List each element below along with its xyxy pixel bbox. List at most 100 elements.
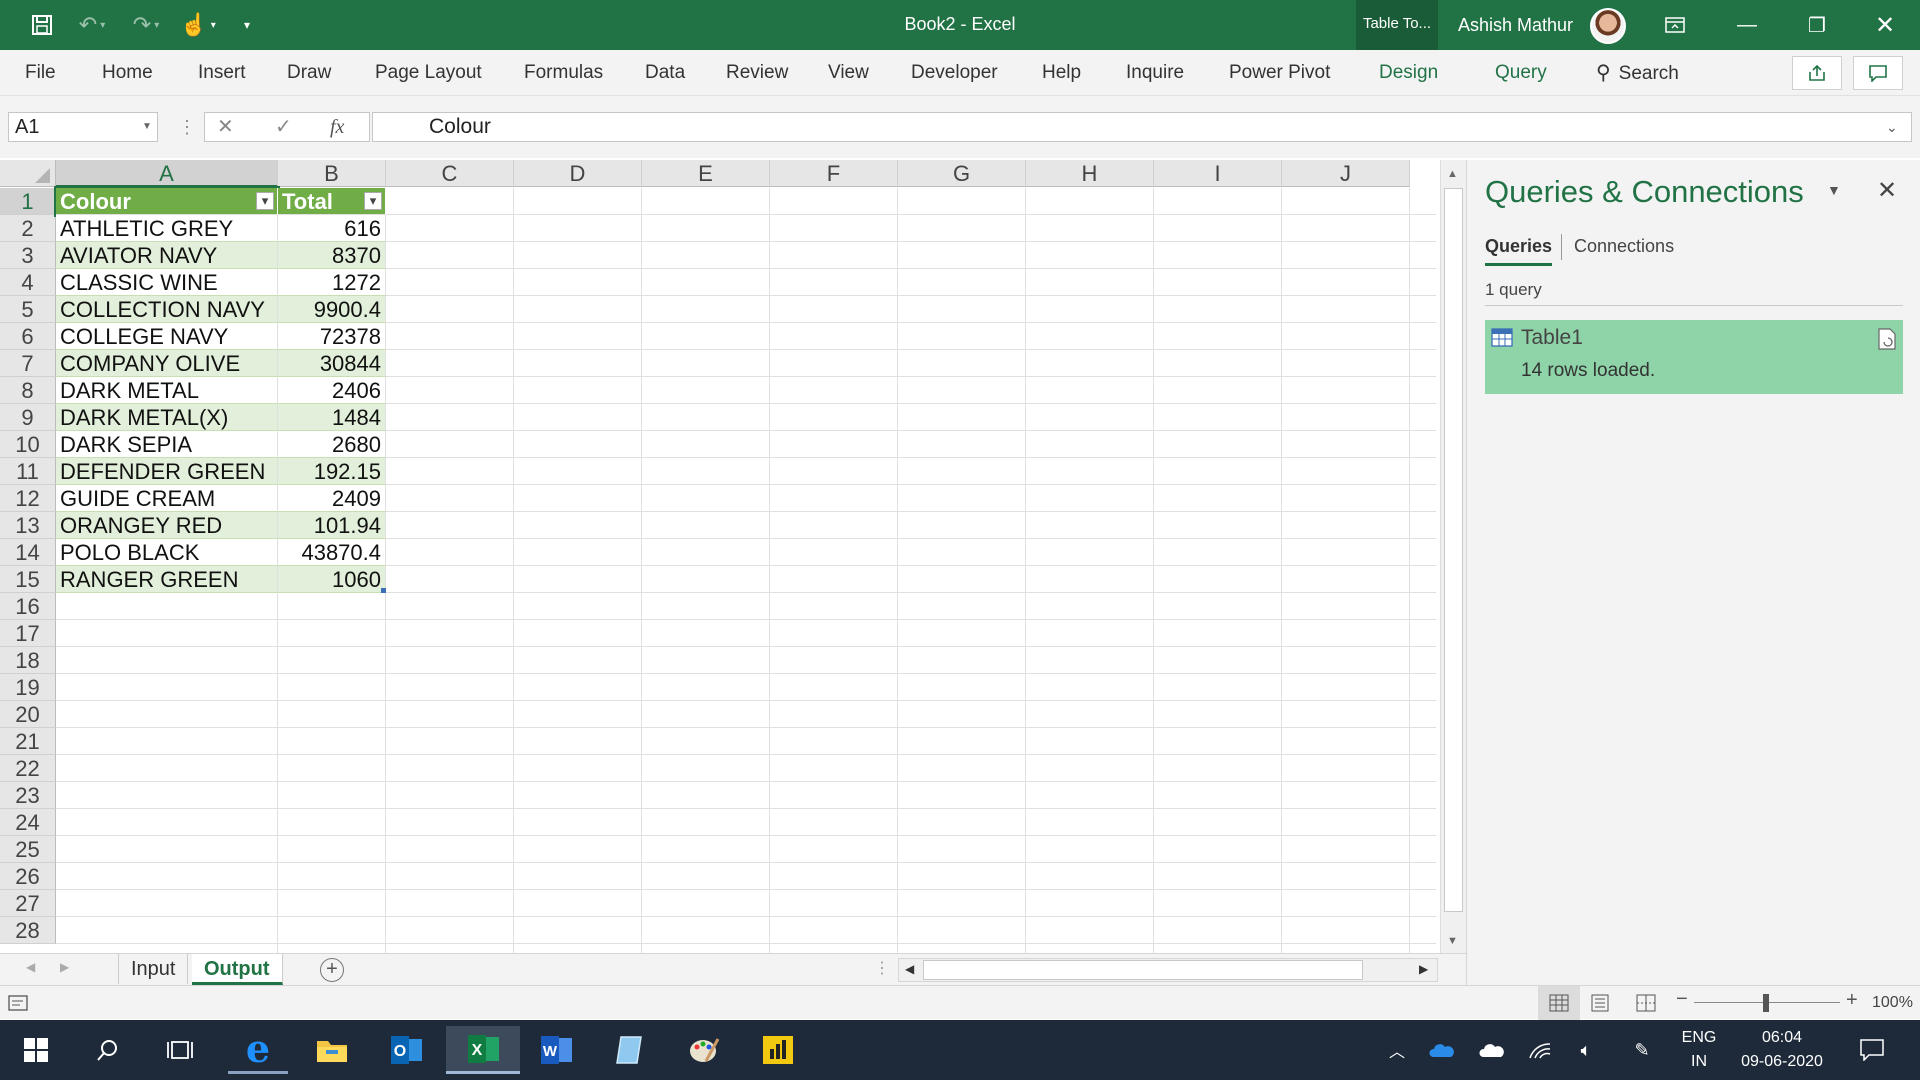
tab-power-pivot[interactable]: Power Pivot bbox=[1229, 50, 1330, 96]
row-header-27[interactable]: 27 bbox=[0, 890, 56, 917]
column-header-j[interactable]: J bbox=[1282, 160, 1410, 187]
column-header-e[interactable]: E bbox=[642, 160, 770, 187]
macro-record-icon[interactable] bbox=[8, 994, 28, 1017]
outlook-icon[interactable]: O bbox=[376, 1026, 436, 1074]
row-header-6[interactable]: 6 bbox=[0, 323, 56, 350]
formula-input[interactable]: Colour bbox=[372, 112, 1912, 142]
table-cell-colour[interactable]: DARK SEPIA bbox=[56, 431, 278, 458]
refresh-query-icon[interactable] bbox=[1877, 328, 1897, 355]
column-header-h[interactable]: H bbox=[1026, 160, 1154, 187]
row-header-5[interactable]: 5 bbox=[0, 296, 56, 323]
tab-query[interactable]: Query bbox=[1495, 50, 1547, 96]
table-cell-total[interactable]: 1060 bbox=[278, 566, 386, 593]
row-header-7[interactable]: 7 bbox=[0, 350, 56, 377]
tab-connections[interactable]: Connections bbox=[1574, 236, 1674, 257]
column-header-b[interactable]: B bbox=[278, 160, 386, 187]
tab-file[interactable]: File bbox=[25, 50, 56, 96]
row-header-21[interactable]: 21 bbox=[0, 728, 56, 755]
row-header-12[interactable]: 12 bbox=[0, 485, 56, 512]
windows-start-icon[interactable] bbox=[6, 1026, 66, 1074]
row-header-3[interactable]: 3 bbox=[0, 242, 56, 269]
input-language[interactable]: ENG IN bbox=[1676, 1020, 1722, 1080]
tab-inquire[interactable]: Inquire bbox=[1126, 50, 1184, 96]
redo-icon[interactable]: ↷ ▾ bbox=[124, 0, 168, 50]
onedrive-icon[interactable] bbox=[1424, 1020, 1460, 1080]
paint-icon[interactable] bbox=[674, 1026, 734, 1074]
more-options-icon[interactable]: ⋮ bbox=[178, 112, 196, 142]
search-box[interactable]: ⚲ Search bbox=[1596, 50, 1679, 96]
save-icon[interactable] bbox=[22, 0, 62, 50]
table-cell-total[interactable]: 192.15 bbox=[278, 458, 386, 485]
restore-icon[interactable]: ❐ bbox=[1782, 0, 1852, 50]
normal-view-icon[interactable] bbox=[1538, 986, 1580, 1020]
row-header-10[interactable]: 10 bbox=[0, 431, 56, 458]
column-header-g[interactable]: G bbox=[898, 160, 1026, 187]
table-cell-total[interactable]: 2406 bbox=[278, 377, 386, 404]
customize-qat-icon[interactable]: ▾ bbox=[232, 0, 262, 50]
row-header-25[interactable]: 25 bbox=[0, 836, 56, 863]
row-header-20[interactable]: 20 bbox=[0, 701, 56, 728]
confirm-entry-icon[interactable]: ✓ bbox=[275, 113, 292, 141]
column-header-i[interactable]: I bbox=[1154, 160, 1282, 187]
scroll-tabs-right-icon[interactable]: ▶ bbox=[60, 960, 69, 974]
file-explorer-icon[interactable] bbox=[302, 1026, 362, 1074]
column-header-c[interactable]: C bbox=[386, 160, 514, 187]
row-header-23[interactable]: 23 bbox=[0, 782, 56, 809]
table-cell-total[interactable]: 1484 bbox=[278, 404, 386, 431]
notepad-icon[interactable] bbox=[600, 1026, 660, 1074]
row-header-13[interactable]: 13 bbox=[0, 512, 56, 539]
table-cell-colour[interactable]: CLASSIC WINE bbox=[56, 269, 278, 296]
table-resize-handle[interactable] bbox=[381, 588, 386, 593]
worksheet-grid[interactable]: ABCDEFGHIJ 1 2 3 4 5 6 7 8 9 10 11 12 13 14 15 16 17 18 19… bbox=[0, 160, 1440, 953]
table-cell-colour[interactable]: COMPANY OLIVE bbox=[56, 350, 278, 377]
edge-browser-icon[interactable]: e bbox=[228, 1026, 288, 1074]
table-cell-total[interactable]: 2409 bbox=[278, 485, 386, 512]
onedrive-personal-icon[interactable] bbox=[1474, 1020, 1510, 1080]
share-button[interactable] bbox=[1792, 56, 1842, 90]
horizontal-scroll-thumb[interactable] bbox=[923, 960, 1363, 980]
tab-page-layout[interactable]: Page Layout bbox=[375, 50, 482, 96]
table-cell-colour[interactable]: ATHLETIC GREY bbox=[56, 215, 278, 242]
row-header-22[interactable]: 22 bbox=[0, 755, 56, 782]
page-break-view-icon[interactable] bbox=[1636, 994, 1656, 1017]
name-box-dropdown-icon[interactable]: ▼ bbox=[138, 112, 156, 142]
zoom-level[interactable]: 100% bbox=[1872, 994, 1913, 1012]
filter-dropdown-icon[interactable]: ▾ bbox=[364, 192, 382, 210]
row-header-18[interactable]: 18 bbox=[0, 647, 56, 674]
table-cell-colour[interactable]: ORANGEY RED bbox=[56, 512, 278, 539]
table-cell-total[interactable]: 30844 bbox=[278, 350, 386, 377]
table-cell-colour[interactable]: RANGER GREEN bbox=[56, 566, 278, 593]
scroll-up-icon[interactable]: ▲ bbox=[1447, 168, 1458, 180]
close-icon[interactable]: ✕ bbox=[1850, 0, 1920, 50]
expand-formula-bar-icon[interactable]: ⌄ bbox=[1886, 112, 1898, 142]
column-header-a[interactable]: A bbox=[56, 160, 278, 187]
show-hidden-icons[interactable]: ︿ bbox=[1380, 1020, 1414, 1080]
table-cell-total[interactable]: 72378 bbox=[278, 323, 386, 350]
table-cell-colour[interactable]: GUIDE CREAM bbox=[56, 485, 278, 512]
task-view-icon[interactable] bbox=[150, 1026, 210, 1074]
tab-developer[interactable]: Developer bbox=[911, 50, 998, 96]
horizontal-scrollbar[interactable]: ◀ ▶ bbox=[898, 958, 1438, 982]
select-all-corner[interactable] bbox=[0, 160, 56, 187]
scroll-right-icon[interactable]: ▶ bbox=[1419, 962, 1428, 976]
volume-icon[interactable]: 🔈︎ bbox=[1568, 1020, 1604, 1080]
tab-split-handle-icon[interactable]: ⋮ bbox=[874, 958, 890, 978]
row-header-14[interactable]: 14 bbox=[0, 539, 56, 566]
power-bi-icon[interactable] bbox=[748, 1026, 808, 1074]
action-center-icon[interactable] bbox=[1852, 1020, 1892, 1080]
filter-dropdown-icon[interactable]: ▾ bbox=[256, 192, 274, 210]
table-cell-colour[interactable]: AVIATOR NAVY bbox=[56, 242, 278, 269]
row-header-11[interactable]: 11 bbox=[0, 458, 56, 485]
row-header-8[interactable]: 8 bbox=[0, 377, 56, 404]
comments-button[interactable] bbox=[1853, 56, 1903, 90]
tab-view[interactable]: View bbox=[828, 50, 869, 96]
table-cell-total[interactable]: 9900.4 bbox=[278, 296, 386, 323]
undo-icon[interactable]: ↶ ▾ bbox=[70, 0, 114, 50]
user-name[interactable]: Ashish Mathur bbox=[1458, 0, 1573, 50]
table-cell-total[interactable]: 2680 bbox=[278, 431, 386, 458]
row-header-4[interactable]: 4 bbox=[0, 269, 56, 296]
taskbar-search-icon[interactable] bbox=[78, 1026, 138, 1074]
table-cell-colour[interactable]: COLLECTION NAVY bbox=[56, 296, 278, 323]
table-cell-total[interactable]: 43870.4 bbox=[278, 539, 386, 566]
sheet-tab-input[interactable]: Input bbox=[118, 954, 189, 984]
